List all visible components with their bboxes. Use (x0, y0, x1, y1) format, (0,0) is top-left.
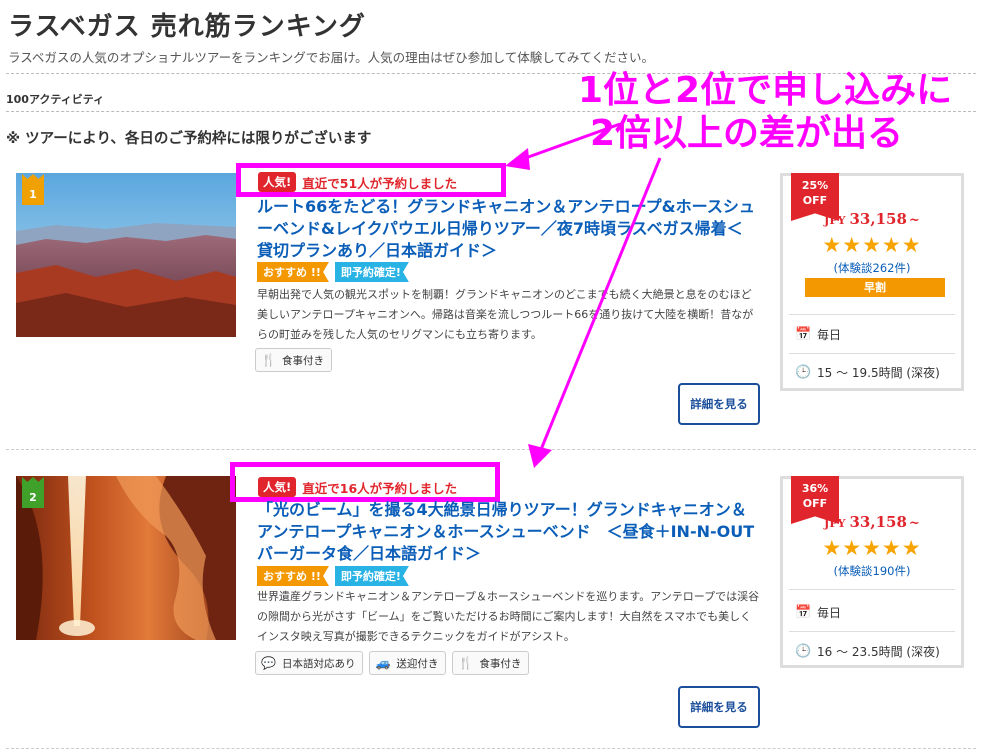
card-divider (6, 449, 976, 450)
grand-canyon-photo (16, 173, 236, 337)
price-suffix: ~ (908, 213, 920, 228)
star-rating: ★★★★★ (822, 536, 922, 560)
tour-2-tags: おすすめ !! 即予約確定! (257, 566, 409, 586)
tour-1-tags: おすすめ !! 即予約確定! (257, 262, 409, 282)
early-bird-badge: 早割 (805, 278, 945, 297)
antelope-canyon-photo (16, 476, 236, 640)
schedule-row: 📅 毎日 (795, 326, 841, 343)
fork-knife-icon: 🍴 (458, 656, 474, 670)
divider (789, 589, 955, 590)
instant-confirm-tag: 即予約確定! (334, 566, 409, 586)
tour-1-detail-button[interactable]: 詳細を見る (678, 383, 760, 425)
schedule-text: 毎日 (817, 606, 842, 620)
tour-2-description: 世界遺産グランドキャニオン＆アンテロープ＆ホースシューベンドを巡ります。アンテロ… (257, 590, 760, 643)
tour-2-features: 💬 日本語対応あり 🚙 送迎付き 🍴 食事付き (255, 651, 530, 675)
feature-label: 日本語対応あり (281, 657, 356, 670)
divider (789, 353, 955, 354)
feature-japanese: 💬 日本語対応あり (255, 651, 364, 675)
currency: JPY (824, 214, 846, 227)
page-title: ラスベガス 売れ筋ランキング (8, 12, 366, 42)
rank-badge-crown: 2 (22, 482, 44, 508)
schedule-text: 毎日 (817, 328, 842, 342)
feature-label: 食事付き (281, 354, 324, 367)
calendar-icon: 📅 (795, 327, 812, 342)
star-rating: ★★★★★ (822, 233, 922, 257)
tour-2-price-box: 36% OFF JPY 33,158 ~ ★★★★★ (体験談190件) 📅 毎日 … (780, 476, 964, 668)
tour-2-image[interactable]: 2 (16, 476, 236, 640)
tour-2-title-link[interactable]: 「光のビーム」を撮る4大絶景日帰りツアー！グランドキャニオン＆アンテロープキャニ… (257, 499, 757, 565)
tour-1-title-link[interactable]: ルート66をたどる！グランドキャニオン＆アンテロープ&ホースシューベンド&レイク… (257, 196, 757, 262)
discount-percent: 36% (801, 482, 829, 495)
activity-count: 100アクティビティ (6, 93, 105, 106)
calendar-icon: 📅 (795, 605, 812, 620)
discount-percent: 25% (801, 179, 829, 192)
duration-text: 16 〜 23.5時間 (深夜) (817, 645, 940, 659)
feature-meal: 🍴 食事付き (255, 348, 332, 372)
highlight-box (230, 462, 500, 502)
booking-notice: ※ ツアーにより、各日のご予約枠には限りがございます (6, 131, 372, 147)
instant-confirm-tag: 即予約確定! (334, 262, 409, 282)
reviews-link[interactable]: (体験談190件) (783, 563, 961, 579)
tour-1-price-box: 25% OFF JPY 33,158 ~ ★★★★★ (体験談262件) 早割 📅 … (780, 173, 964, 391)
price-suffix: ~ (908, 516, 920, 531)
discount-off-label: OFF (802, 497, 828, 510)
tour-1-features: 🍴 食事付き (255, 348, 332, 372)
duration-text: 15 〜 19.5時間 (深夜) (817, 366, 940, 380)
speech-bubble-icon: 💬 (261, 656, 276, 670)
reviews-link[interactable]: (体験談262件) (783, 260, 961, 276)
tour-2-detail-button[interactable]: 詳細を見る (678, 686, 760, 728)
car-icon: 🚙 (375, 656, 391, 670)
price-value: 33,158 (849, 513, 907, 531)
price-value: 33,158 (849, 210, 907, 228)
rank-badge-crown: 1 (22, 179, 44, 205)
annotation-line-2: 2倍以上の差が出る (590, 113, 904, 154)
discount-off-label: OFF (802, 194, 828, 207)
duration-row: 🕒 15 〜 19.5時間 (深夜) (795, 364, 940, 381)
tour-1-description: 早朝出発で人気の観光スポットを制覇！グランドキャニオンのどこまでも続く大絶景と息… (257, 288, 754, 341)
feature-label: 食事付き (479, 657, 522, 670)
currency: JPY (824, 517, 846, 530)
arrowhead (505, 148, 530, 170)
schedule-row: 📅 毎日 (795, 604, 841, 621)
highlight-box (236, 163, 506, 197)
price: JPY 33,158 ~ (783, 513, 961, 531)
recommended-tag: おすすめ !! (257, 566, 329, 586)
feature-meal: 🍴 食事付き (452, 651, 530, 675)
arrowhead (528, 444, 552, 468)
price: JPY 33,158 ~ (783, 210, 961, 228)
tour-1-image[interactable]: 1 (16, 173, 236, 337)
duration-row: 🕒 16 〜 23.5時間 (深夜) (795, 643, 940, 660)
divider (789, 314, 955, 315)
clock-icon: 🕒 (795, 644, 812, 659)
card-divider (6, 748, 976, 749)
divider (789, 631, 955, 632)
clock-icon: 🕒 (795, 365, 812, 380)
annotation-line-1: 1位と2位で申し込みに (578, 70, 953, 111)
feature-label: 送迎付き (396, 657, 439, 670)
feature-transfer: 🚙 送迎付き (369, 651, 447, 675)
fork-knife-icon: 🍴 (261, 353, 276, 367)
page-description: ラスベガスの人気のオプショナルツアーをランキングでお届け。人気の理由はぜひ参加し… (8, 50, 655, 65)
recommended-tag: おすすめ !! (257, 262, 329, 282)
